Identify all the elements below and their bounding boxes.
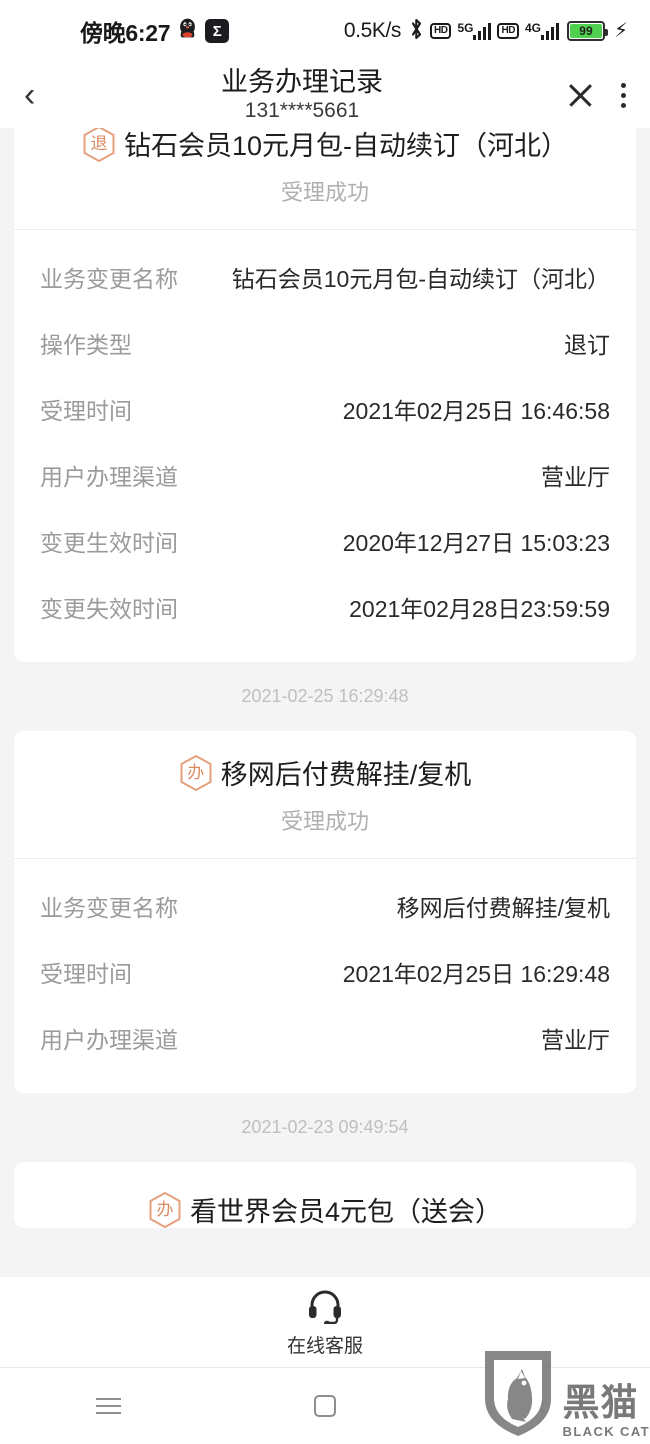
battery-percent: 99 xyxy=(579,24,593,38)
row-value: 营业厅 xyxy=(541,464,610,490)
record-card[interactable]: 退 钻石会员10元月包-自动续订（河北） 受理成功 业务变更名称 钻石会员10元… xyxy=(14,128,636,662)
record-card[interactable]: 办 移网后付费解挂/复机 受理成功 业务变更名称 移网后付费解挂/复机 受理时间… xyxy=(14,731,636,1093)
status-bar-left: 傍晚6:27 Σ xyxy=(80,14,230,48)
record-detail-rows: 业务变更名称 移网后付费解挂/复机 受理时间 2021年02月25日 16:29… xyxy=(40,859,610,1093)
table-row: 业务变更名称 移网后付费解挂/复机 xyxy=(40,873,610,939)
back-chevron-icon[interactable]: ‹ xyxy=(24,78,70,112)
row-label: 业务变更名称 xyxy=(40,266,178,292)
page-subtitle-phone: 131****5661 xyxy=(244,99,360,123)
record-type-badge-char: 办 xyxy=(156,1200,174,1219)
record-type-hex-badge: 办 xyxy=(148,1191,182,1229)
row-label: 业务变更名称 xyxy=(40,895,178,921)
table-row: 受理时间 2021年02月25日 16:46:58 xyxy=(40,376,610,442)
row-label: 用户办理渠道 xyxy=(40,1027,178,1053)
page-title: 业务办理记录 xyxy=(221,67,383,98)
record-card-partial[interactable]: 办 看世界会员4元包（送会） xyxy=(14,1162,636,1228)
status-bar-right: 0.5K/s HD 5G HD 4G 99 ⚡ xyxy=(344,18,628,45)
row-value: 2021年02月28日23:59:59 xyxy=(349,596,610,622)
hd-icon-sim2: HD xyxy=(497,23,519,39)
table-row: 变更生效时间 2020年12月27日 15:03:23 xyxy=(40,508,610,574)
record-separator-timestamp: 2021-02-23 09:49:54 xyxy=(241,1117,409,1137)
headset-icon xyxy=(306,1288,344,1329)
charging-bolt-icon: ⚡ xyxy=(613,20,628,42)
status-bar: 傍晚6:27 Σ 0.5K/s HD 5G HD 4G 99 ⚡ xyxy=(0,0,650,62)
black-cat-shield-logo xyxy=(481,1347,555,1444)
watermark-text: 黑猫 BLACK CAT xyxy=(563,1384,650,1444)
status-clock: 傍晚6:27 xyxy=(80,20,171,46)
record-status: 受理成功 xyxy=(280,809,369,834)
row-label: 变更生效时间 xyxy=(40,530,178,556)
row-label: 用户办理渠道 xyxy=(40,464,178,490)
record-card-header: 办 移网后付费解挂/复机 受理成功 xyxy=(40,731,610,858)
row-value: 2021年02月25日 16:46:58 xyxy=(342,398,610,424)
watermark: 黑猫 BLACK CAT xyxy=(481,1347,650,1444)
record-type-badge-char: 办 xyxy=(187,763,205,782)
row-value: 2021年02月25日 16:29:48 xyxy=(342,961,610,987)
record-title: 钻石会员10元月包-自动续订（河北） xyxy=(123,131,569,161)
table-row: 受理时间 2021年02月25日 16:29:48 xyxy=(40,939,610,1005)
phone-screen: 傍晚6:27 Σ 0.5K/s HD 5G HD 4G 99 ⚡ ‹ 业务办理记… xyxy=(0,0,650,1444)
record-title: 看世界会员4元包（送会） xyxy=(189,1197,502,1227)
row-label: 受理时间 xyxy=(40,961,132,987)
row-label: 变更失效时间 xyxy=(40,596,178,622)
record-list[interactable]: 退 钻石会员10元月包-自动续订（河北） 受理成功 业务变更名称 钻石会员10元… xyxy=(0,128,650,1278)
record-title-row: 退 钻石会员10元月包-自动续订（河北） xyxy=(40,128,610,163)
row-value: 钻石会员10元月包-自动续订（河北） xyxy=(231,266,610,292)
record-detail-rows: 业务变更名称 钻石会员10元月包-自动续订（河北） 操作类型 退订 受理时间 2… xyxy=(40,230,610,662)
record-type-badge-char: 退 xyxy=(90,134,108,153)
record-title-row: 办 移网后付费解挂/复机 xyxy=(40,753,610,792)
watermark-cn: 黑猫 xyxy=(562,1382,639,1423)
signal-sim1: 5G xyxy=(457,21,492,40)
record-status: 受理成功 xyxy=(280,180,369,205)
nav-home-button[interactable] xyxy=(217,1395,434,1417)
home-square-icon xyxy=(314,1395,336,1417)
hamburger-recents-icon xyxy=(95,1397,121,1415)
header-titles: 业务办理记录 131****5661 xyxy=(70,67,534,123)
bluetooth-icon xyxy=(409,18,424,45)
network-gen-sim2: 4G xyxy=(524,21,541,35)
online-service-label: 在线客服 xyxy=(286,1336,363,1357)
record-type-hex-badge: 退 xyxy=(82,128,116,163)
watermark-en: BLACK CAT xyxy=(562,1424,650,1439)
signal-bars-sim2 xyxy=(540,22,559,40)
nav-recents-button[interactable] xyxy=(0,1397,217,1415)
app-notification-badge: Σ xyxy=(205,19,230,43)
row-label: 受理时间 xyxy=(40,398,132,424)
close-icon[interactable] xyxy=(565,80,595,110)
hd-icon-sim1: HD xyxy=(430,23,452,39)
row-value: 退订 xyxy=(564,332,610,358)
header-actions xyxy=(534,80,626,110)
battery-indicator: 99 xyxy=(566,21,608,41)
table-row: 操作类型 退订 xyxy=(40,310,610,376)
kebab-menu-icon[interactable] xyxy=(621,82,626,108)
row-value: 移网后付费解挂/复机 xyxy=(396,895,610,921)
record-type-hex-badge: 办 xyxy=(179,754,213,792)
table-row: 业务变更名称 钻石会员10元月包-自动续订（河北） xyxy=(40,244,610,310)
table-row: 用户办理渠道 营业厅 xyxy=(40,1005,610,1071)
table-row: 用户办理渠道 营业厅 xyxy=(40,442,610,508)
row-value: 营业厅 xyxy=(541,1027,610,1053)
record-title: 移网后付费解挂/复机 xyxy=(220,760,472,790)
app-header: ‹ 业务办理记录 131****5661 xyxy=(0,62,650,128)
signal-bars-sim1 xyxy=(473,22,492,40)
qq-penguin-icon xyxy=(179,18,196,44)
record-title-row: 办 看世界会员4元包（送会） xyxy=(40,1190,610,1228)
network-gen-sim1: 5G xyxy=(457,21,474,35)
record-card-header: 退 钻石会员10元月包-自动续订（河北） 受理成功 xyxy=(40,128,610,229)
row-label: 操作类型 xyxy=(40,332,132,358)
record-separator-timestamp: 2021-02-25 16:29:48 xyxy=(241,686,409,706)
row-value: 2020年12月27日 15:03:23 xyxy=(342,530,610,556)
network-speed: 0.5K/s xyxy=(343,19,402,42)
signal-sim2: 4G xyxy=(525,22,559,40)
table-row: 变更失效时间 2021年02月28日23:59:59 xyxy=(40,574,610,640)
